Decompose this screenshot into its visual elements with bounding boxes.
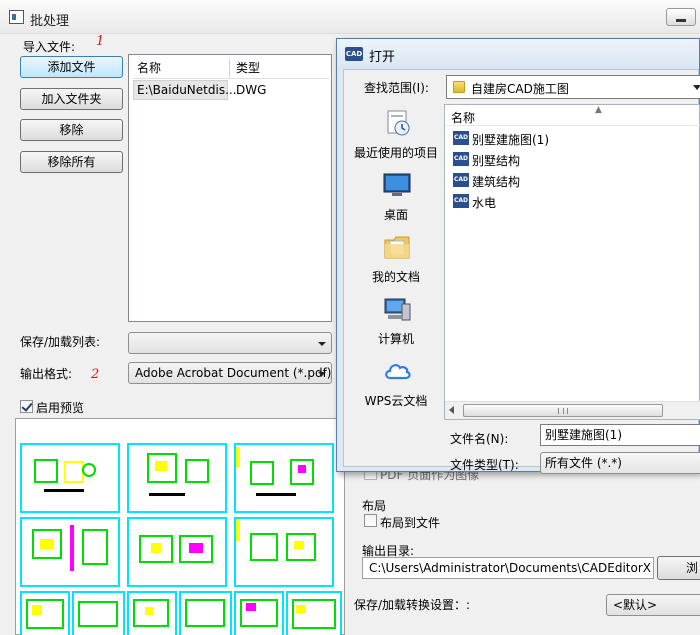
output-dir-input[interactable]: C:\Users\Administrator\Documents\CADEdit… [362,557,654,579]
preview-thumbnail [20,443,120,513]
header-divider [133,78,329,79]
app-icon [9,10,24,24]
enable-preview-checkbox[interactable] [20,400,33,413]
preview-thumbnail [127,443,227,513]
output-format-combo[interactable]: Adobe Acrobat Document (*.pdf) [128,362,332,384]
remove-all-button[interactable]: 移除所有 [20,151,123,173]
layout-to-file-checkbox[interactable] [364,514,377,527]
column-separator [229,58,230,78]
list-item[interactable]: CAD 别墅建施图(1) [453,129,633,149]
scrollbar-thumb[interactable] [463,404,663,417]
chevron-down-icon [318,342,326,346]
preview-thumbnail [127,591,177,635]
file-name-label: 文件名(N): [450,432,509,446]
place-label: WPS云文档 [364,394,428,408]
file-list-view[interactable]: 名称 ▲ CAD 别墅建施图(1) CAD 别墅结构 CAD 建筑结构 CAD … [444,104,700,420]
documents-icon [384,236,410,259]
dialog-titlebar: CAD 打开 [337,39,699,69]
preview-thumbnail [72,591,125,635]
column-header-name[interactable]: 名称 [137,59,161,76]
file-name: 别墅建施图(1) [472,133,549,147]
desktop-icon [383,173,411,196]
add-folder-button[interactable]: 加入文件夹 [20,88,123,110]
place-label: 桌面 [383,208,408,222]
dialog-body: 查找范围(I): 自建房CAD施工图 最近使用的项目 桌面 我的文档 计算机 W… [343,69,700,474]
annotation-marker-2: 2 [91,367,100,382]
batch-window-titlebar: 批处理 [0,0,700,34]
import-files-label: 导入文件: [23,40,76,54]
file-name: 水电 [472,196,497,210]
save-load-settings-label: 保存/加载转换设置：: [354,598,471,612]
enable-preview-label: 启用预览 [36,401,85,415]
file-type-combo[interactable]: 所有文件 (*.*) [540,452,700,474]
horizontal-scrollbar[interactable] [445,401,700,419]
place-desktop[interactable]: 桌面 [348,170,444,232]
file-name: 别墅结构 [472,154,521,168]
preview-thumbnail [20,517,120,587]
cad-file-icon: CAD [453,131,469,145]
layout-to-file-label: 布局到文件 [380,516,441,530]
list-item[interactable]: CAD 水电 [453,192,633,212]
place-label: 我的文档 [371,270,420,284]
column-header-type[interactable]: 类型 [236,59,260,76]
file-type-label: 文件类型(T): [450,458,519,472]
cloud-icon [385,364,411,380]
place-recent-items[interactable]: 最近使用的项目 [348,108,444,170]
minimize-button[interactable] [666,8,696,26]
preview-thumbnail [20,591,70,635]
computer-icon [384,298,411,321]
file-row-name[interactable]: E:\BaiduNetdis... [137,83,237,97]
open-file-dialog: CAD 打开 查找范围(I): 自建房CAD施工图 最近使用的项目 桌面 我的文… [336,38,700,474]
preview-thumbnail [286,591,342,635]
place-documents[interactable]: 我的文档 [348,232,444,294]
add-files-button[interactable]: 添加文件 [20,56,123,78]
column-header-name[interactable]: 名称 [451,109,475,126]
annotation-marker-1: 1 [96,34,105,49]
remove-button[interactable]: 移除 [20,119,123,141]
save-load-list-combo[interactable] [128,332,332,354]
folder-icon [453,81,465,93]
look-in-combo[interactable]: 自建房CAD施工图 [446,75,700,99]
scroll-left-icon[interactable] [449,406,454,414]
place-label: 最近使用的项目 [353,146,438,160]
look-in-label: 查找范围(I): [364,81,429,95]
look-in-value: 自建房CAD施工图 [471,82,569,96]
browse-button[interactable]: 浏 [657,556,700,580]
chevron-down-icon [693,85,700,90]
cad-file-icon: CAD [453,173,469,187]
recent-items-icon [387,110,410,136]
preview-thumbnail [127,517,227,587]
preview-panel [15,418,345,635]
preview-thumbnail [234,517,334,587]
list-item[interactable]: CAD 建筑结构 [453,171,633,191]
preview-thumbnail [234,591,284,635]
output-format-label: 输出格式: [20,367,73,381]
cad-file-icon: CAD [453,152,469,166]
dialog-title: 打开 [369,50,396,65]
file-name: 建筑结构 [472,175,521,189]
places-bar: 最近使用的项目 桌面 我的文档 计算机 WPS云文档 [348,104,444,434]
file-name-input[interactable]: 别墅建施图(1) [540,424,700,446]
sort-up-icon: ▲ [595,105,602,115]
drawing-preview [20,437,342,635]
cad-file-icon: CAD [453,194,469,208]
import-file-list[interactable]: 名称 类型 E:\BaiduNetdis... DWG [128,54,332,322]
file-row-type[interactable]: DWG [236,83,266,97]
window-title: 批处理 [30,14,70,29]
list-item[interactable]: CAD 别墅结构 [453,150,633,170]
save-load-list-label: 保存/加载列表: [20,335,101,349]
place-computer[interactable]: 计算机 [348,294,444,356]
output-format-value: Adobe Acrobat Document (*.pdf) [135,366,332,380]
chevron-down-icon [318,372,326,376]
grip-icon [558,408,568,414]
save-load-settings-value: <默认> [613,598,658,612]
preview-thumbnail [179,591,232,635]
cad-app-icon: CAD [345,47,363,61]
place-wps-cloud[interactable]: WPS云文档 [348,356,444,418]
place-label: 计算机 [377,332,414,346]
layout-group-label: 布局 [362,499,387,513]
header-divider [445,125,700,126]
save-load-settings-combo[interactable]: <默认> [606,594,700,616]
preview-thumbnail [234,443,334,513]
